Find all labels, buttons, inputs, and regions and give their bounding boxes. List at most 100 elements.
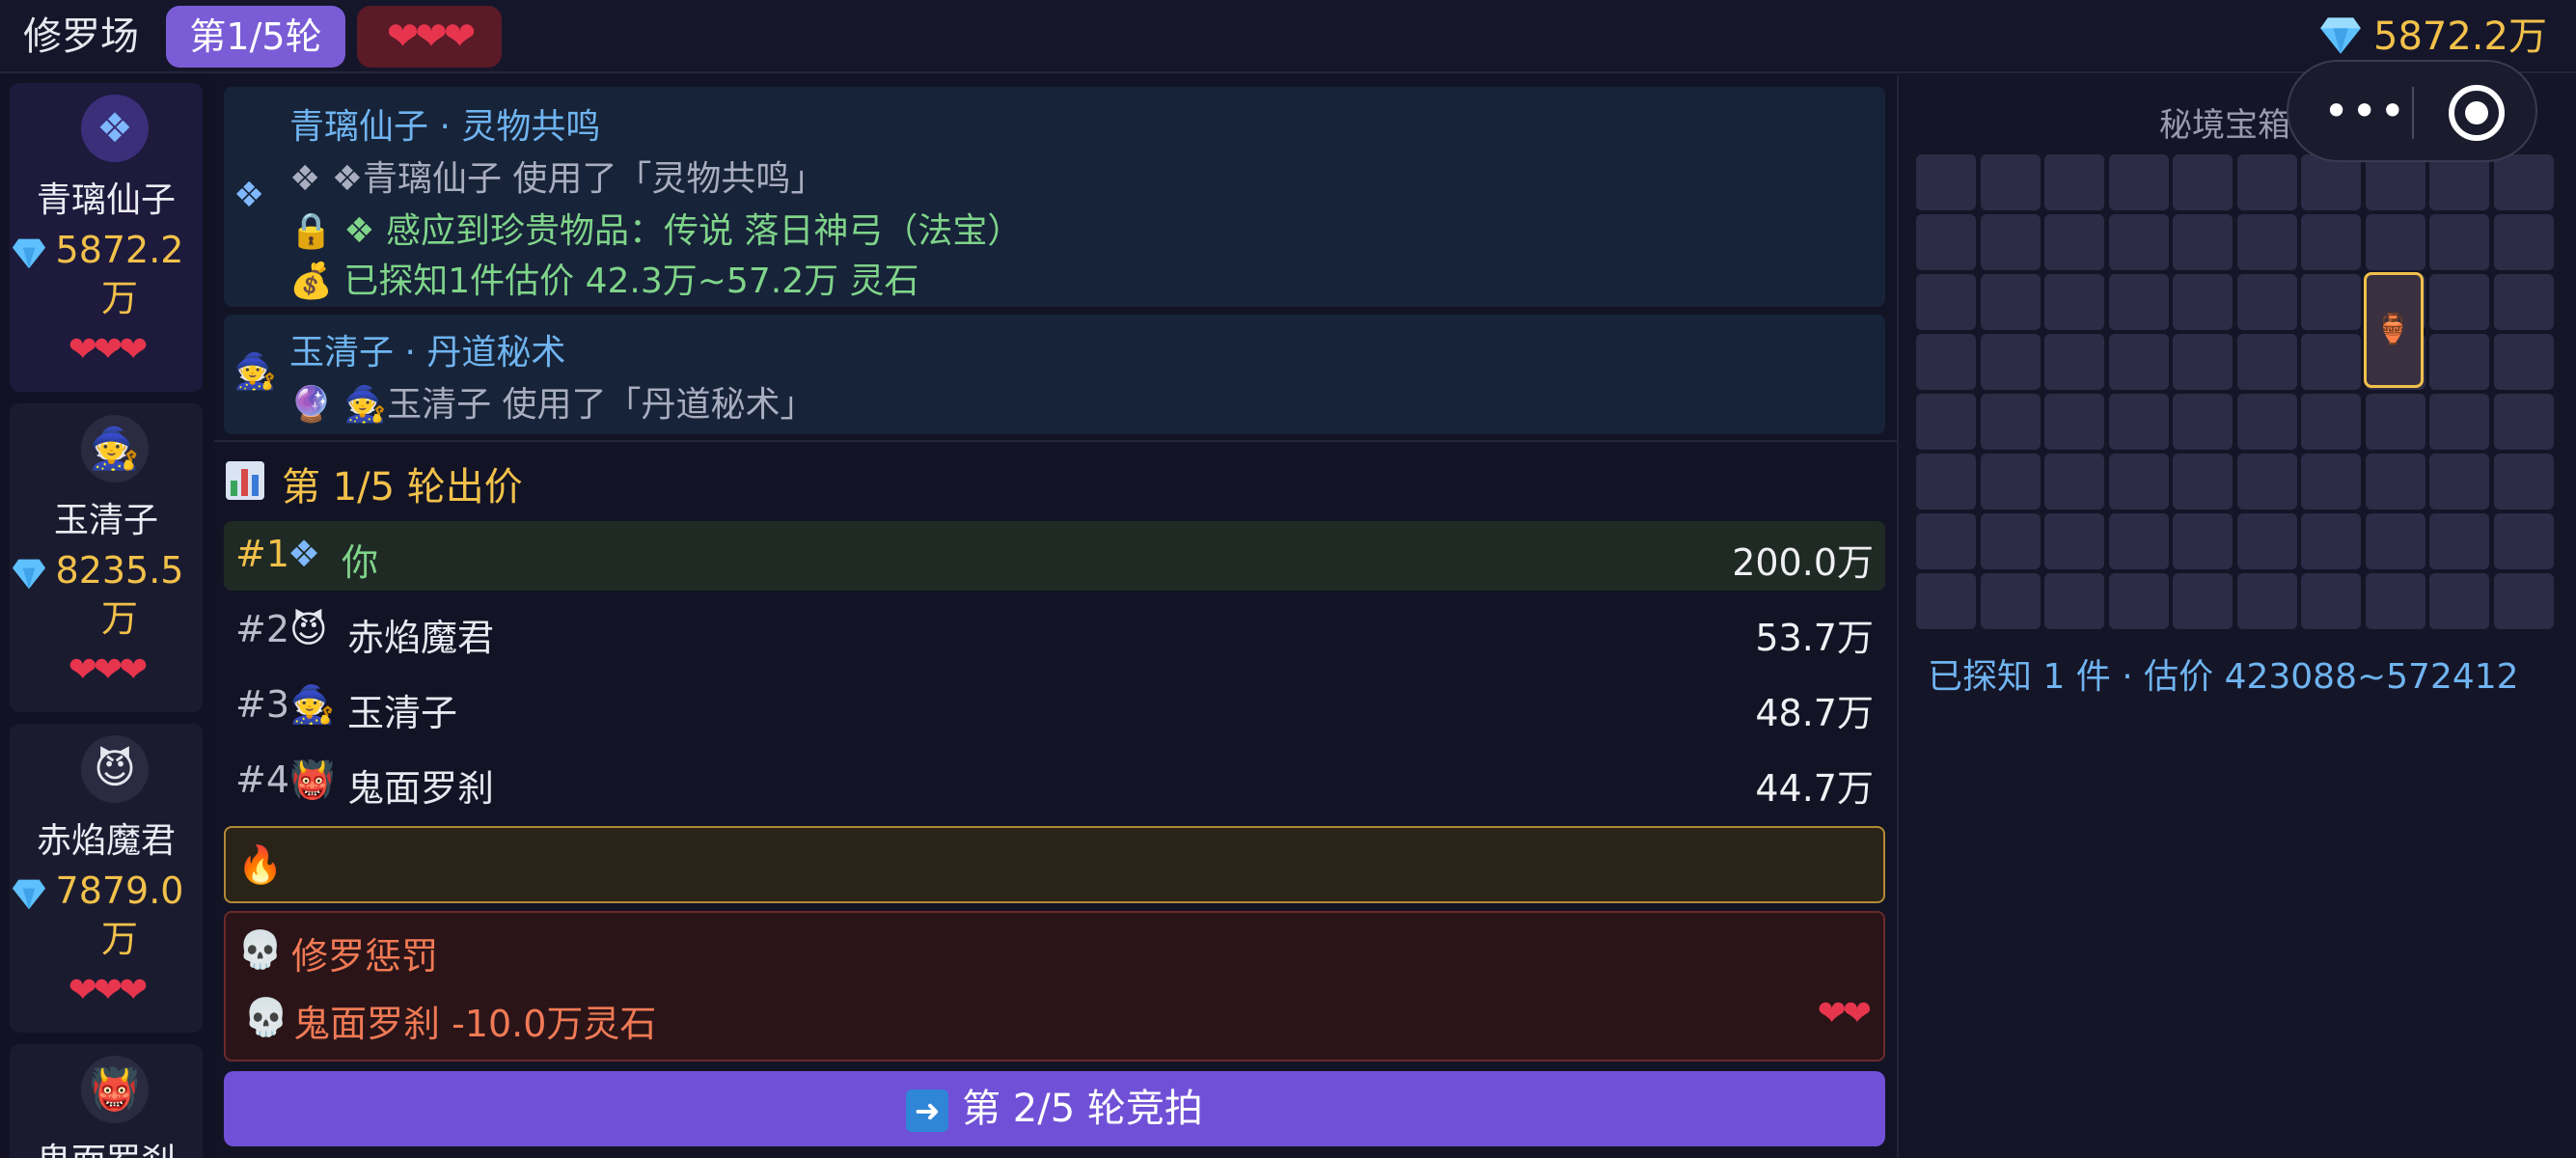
chest-grid-cell[interactable] (1916, 214, 1976, 270)
chest-grid-cell[interactable] (2044, 214, 2104, 270)
chest-grid-cell[interactable] (2429, 394, 2489, 450)
chest-grid-cell[interactable] (2301, 394, 2361, 450)
chest-grid-cell[interactable] (2108, 214, 2169, 270)
chest-grid-cell[interactable] (1980, 394, 2041, 450)
chest-grid-cell[interactable] (2493, 573, 2554, 629)
chest-grid-cell[interactable] (2044, 454, 2104, 510)
chest-grid-cell[interactable] (2493, 513, 2554, 569)
punishment-title: 修罗惩罚 (291, 935, 439, 978)
chest-grid-cell[interactable] (2365, 573, 2425, 629)
chest-grid-cell[interactable] (2236, 513, 2297, 569)
chest-grid-cell[interactable] (2301, 154, 2361, 210)
bid-row: #4 👹 鬼面罗刹 44.7万 (224, 747, 1885, 816)
bid-name: 玉清子 (347, 692, 458, 734)
chest-grid-cell[interactable] (2173, 334, 2233, 390)
chest-grid-cell[interactable] (2429, 214, 2489, 270)
chest-grid-cell[interactable] (2173, 454, 2233, 510)
log-line: 🔒 ❖ 感应到珍贵物品：传说 落日神弓（法宝） (289, 211, 1023, 251)
chest-grid-cell[interactable] (1980, 274, 2041, 330)
chest-grid-cell[interactable] (2108, 573, 2169, 629)
chest-grid-cell[interactable] (2108, 154, 2169, 210)
player-lives: ❤❤❤ (68, 971, 149, 1010)
log-line: 💰 已探知1件估价 42.3万~57.2万 灵石 (289, 262, 919, 301)
chest-grid-cell[interactable] (1980, 573, 2041, 629)
chest-grid-cell[interactable] (2365, 513, 2425, 569)
chest-grid-cell[interactable] (2236, 394, 2297, 450)
chest-grid-cell[interactable] (2044, 573, 2104, 629)
chest-grid-cell[interactable] (1980, 214, 2041, 270)
chest-grid-cell[interactable] (2173, 154, 2233, 210)
chest-grid-cell[interactable] (2493, 154, 2554, 210)
chest-grid-cell[interactable] (2108, 394, 2169, 450)
chest-grid-cell[interactable] (1916, 513, 1976, 569)
chest-grid-cell[interactable] (2493, 214, 2554, 270)
player-sidebar: ❖ 青璃仙子 5872.2万 ❤❤❤ 🧙 玉清子 8235.5万 ❤❤❤ 😈 赤… (0, 75, 212, 1158)
known-item-cell[interactable]: 🏺 (2363, 272, 2424, 388)
log-title: 青璃仙子 · 灵物共鸣 (289, 107, 601, 147)
chest-grid-cell[interactable] (2365, 214, 2425, 270)
chest-grid-cell[interactable] (2301, 334, 2361, 390)
chest-grid-cell[interactable] (1980, 334, 2041, 390)
chest-grid-cell[interactable] (2173, 214, 2233, 270)
chest-grid-cell[interactable] (2301, 513, 2361, 569)
chest-grid-cell[interactable] (2108, 274, 2169, 330)
chest-grid-cell[interactable] (2044, 334, 2104, 390)
player-card[interactable]: 😈 赤焰魔君 7879.0万 ❤❤❤ (10, 724, 203, 1033)
chest-grid-cell[interactable] (2236, 573, 2297, 629)
chest-grid-cell[interactable] (2429, 573, 2489, 629)
chest-grid-cell[interactable] (1916, 274, 1976, 330)
chest-grid-cell[interactable] (2173, 394, 2233, 450)
player-avatar: 👹 (81, 1056, 149, 1123)
chest-grid-cell[interactable] (2108, 513, 2169, 569)
chest-grid-cell[interactable] (2044, 394, 2104, 450)
chest-grid-cell[interactable] (2044, 154, 2104, 210)
chest-grid-cell[interactable] (2173, 274, 2233, 330)
chest-grid-cell[interactable] (1980, 154, 2041, 210)
chest-grid-cell[interactable] (2236, 274, 2297, 330)
log-line: 🔮 🧙玉清子 使用了「丹道秘术」 (289, 385, 815, 425)
chest-grid-cell[interactable] (1980, 454, 2041, 510)
chest-grid-cell[interactable] (2493, 454, 2554, 510)
player-card[interactable]: 👹 鬼面罗刹 (10, 1044, 203, 1158)
chest-grid-cell[interactable] (2493, 274, 2554, 330)
chest-grid-cell[interactable] (2108, 334, 2169, 390)
chest-grid-cell[interactable] (2429, 154, 2489, 210)
player-avatar: ❖ (81, 95, 149, 162)
chest-grid-cell[interactable] (2365, 454, 2425, 510)
chest-grid-cell[interactable] (2429, 274, 2489, 330)
chest-grid-cell[interactable] (2365, 154, 2425, 210)
chest-grid-cell[interactable] (2236, 214, 2297, 270)
chest-grid-cell[interactable] (2173, 573, 2233, 629)
player-card[interactable]: ❖ 青璃仙子 5872.2万 ❤❤❤ (10, 83, 203, 392)
skill-log-card: ❖ 青璃仙子 · 灵物共鸣 ❖ ❖青璃仙子 使用了「灵物共鸣」 🔒 ❖ 感应到珍… (224, 87, 1885, 307)
chest-grid-cell[interactable] (2301, 214, 2361, 270)
chest-grid-cell[interactable] (2236, 154, 2297, 210)
chest-grid-cell[interactable] (2493, 394, 2554, 450)
close-target-icon[interactable] (2449, 85, 2505, 141)
chest-grid-cell[interactable] (1916, 394, 1976, 450)
chest-grid-cell[interactable] (2301, 454, 2361, 510)
player-card[interactable]: 🧙 玉清子 8235.5万 ❤❤❤ (10, 403, 203, 712)
next-round-button[interactable]: ➜ 第 2/5 轮竞拍 (224, 1071, 1885, 1146)
bid-amount: 200.0万 (1732, 541, 1874, 584)
chest-grid-cell[interactable] (2429, 513, 2489, 569)
chest-grid-cell[interactable] (2236, 334, 2297, 390)
chest-grid-cell[interactable] (1916, 334, 1976, 390)
chest-grid-cell[interactable] (2365, 394, 2425, 450)
chest-grid-cell[interactable] (2301, 573, 2361, 629)
chest-grid-cell[interactable] (2236, 454, 2297, 510)
chest-grid-cell[interactable] (1916, 154, 1976, 210)
chest-grid-cell[interactable] (2429, 334, 2489, 390)
chest-grid-cell[interactable] (1980, 513, 2041, 569)
chest-grid-cell[interactable] (1916, 454, 1976, 510)
chest-grid-cell[interactable] (2301, 274, 2361, 330)
chest-grid-cell[interactable] (1916, 573, 1976, 629)
chest-grid-cell[interactable] (2429, 454, 2489, 510)
chest-grid-cell[interactable] (2044, 274, 2104, 330)
chest-grid-cell[interactable] (2493, 334, 2554, 390)
more-menu-icon[interactable]: ••• (2323, 85, 2407, 137)
chest-grid-cell[interactable] (2108, 454, 2169, 510)
chest-grid-cell[interactable] (2044, 513, 2104, 569)
player-name: 青璃仙子 (36, 180, 176, 220)
chest-grid-cell[interactable] (2173, 513, 2233, 569)
